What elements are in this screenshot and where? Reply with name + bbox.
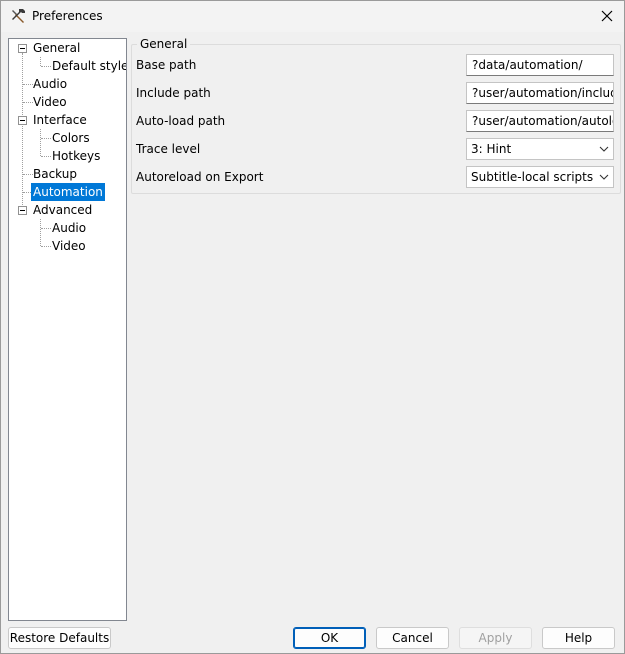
tree-item-interface[interactable]: Interface [33,111,87,129]
tree-item-colors[interactable]: Colors [52,129,90,147]
tree-collapse-icon[interactable] [18,116,27,125]
autoreload-value: Subtitle-local scripts [471,170,594,184]
preferences-tree[interactable]: General Default styles Audio Video Inter… [8,38,127,621]
window-title: Preferences [32,9,103,23]
tree-item-advanced-video[interactable]: Video [52,237,86,255]
trace-level-value: 3: Hint [471,142,512,156]
trace-level-label: Trace level [136,142,201,156]
chevron-down-icon [599,174,609,180]
tree-line [23,84,33,85]
tree-item-audio[interactable]: Audio [33,75,67,93]
tree-line [41,228,51,229]
help-button[interactable]: Help [542,627,615,649]
tree-line [22,53,23,215]
restore-defaults-button[interactable]: Restore Defaults [8,627,111,649]
tree-item-automation[interactable]: Automation [31,183,105,201]
base-path-field[interactable] [466,54,614,76]
tree-line [23,102,33,103]
tree-item-advanced-audio[interactable]: Audio [52,219,86,237]
autoreload-label: Autoreload on Export [136,170,264,184]
include-path-label: Include path [136,86,211,100]
tree-item-hotkeys[interactable]: Hotkeys [52,147,100,165]
tree-item-general[interactable]: General [33,39,80,57]
tree-line [41,156,51,157]
tree-line [23,174,33,175]
tree-item-default-styles[interactable]: Default styles [52,57,126,75]
autoload-path-label: Auto-load path [136,114,226,128]
tree-item-backup[interactable]: Backup [33,165,77,183]
tree-collapse-icon[interactable] [18,44,27,53]
close-button[interactable] [594,4,620,28]
autoload-path-field[interactable] [466,110,614,132]
tree-item-video[interactable]: Video [33,93,67,111]
include-path-input[interactable] [467,83,613,103]
close-icon [601,10,613,22]
autoload-path-input[interactable] [467,111,613,131]
cancel-button[interactable]: Cancel [376,627,449,649]
tree-line [40,57,41,66]
tree-item-advanced[interactable]: Advanced [33,201,92,219]
hammer-wrench-icon [12,9,25,23]
include-path-field[interactable] [466,82,614,104]
chevron-down-icon [599,146,609,152]
autoreload-dropdown[interactable]: Subtitle-local scripts [466,166,614,188]
group-title: General [137,37,191,51]
ok-button[interactable]: OK [293,627,366,649]
tree-line [40,219,41,246]
trace-level-dropdown[interactable]: 3: Hint [466,138,614,160]
base-path-input[interactable] [467,55,613,75]
preferences-window: Preferences General Default styles Audio… [0,0,625,654]
tree-line [41,66,51,67]
tree-line [41,246,51,247]
base-path-label: Base path [136,58,197,72]
tree-line [40,129,41,156]
apply-button[interactable]: Apply [459,627,532,649]
tree-line [41,138,51,139]
title-bar: Preferences [1,1,624,32]
tree-collapse-icon[interactable] [18,206,27,215]
